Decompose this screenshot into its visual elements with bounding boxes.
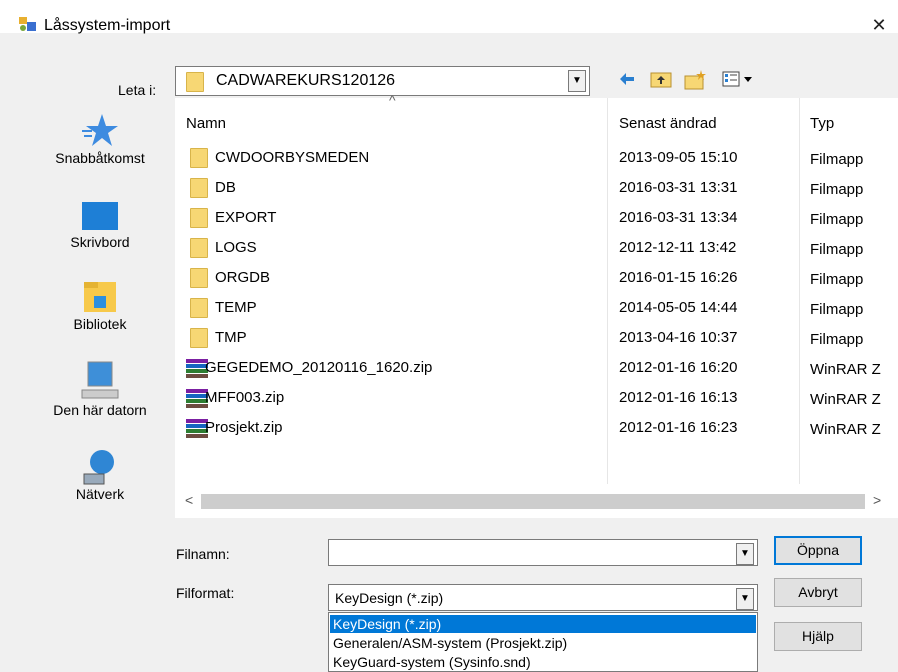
horizontal-scrollbar[interactable]: < > [175, 484, 898, 518]
place-this-pc[interactable]: Den här datorn [30, 358, 170, 418]
file-type: Filmapp [810, 151, 864, 168]
cancel-button[interactable]: Avbryt [774, 578, 862, 607]
arrow-left-icon[interactable] [618, 70, 636, 94]
column-header-type[interactable]: Typ [810, 115, 834, 132]
help-button[interactable]: Hjälp [774, 622, 862, 651]
file-list[interactable]: ^ Namn Senast ändrad Typ CWDOORBYSMEDEN 2… [175, 92, 898, 518]
file-row[interactable]: TMP 2013-04-16 10:37 Filmapp [175, 322, 898, 352]
file-type: Filmapp [810, 301, 864, 318]
folder-icon [190, 208, 208, 228]
lookin-label: Leta i: [118, 82, 157, 98]
file-date: 2016-03-31 13:34 [619, 209, 738, 226]
folder-icon [190, 148, 208, 168]
file-date: 2012-12-11 13:42 [619, 239, 737, 256]
file-row[interactable]: EXPORT 2016-03-31 13:34 Filmapp [175, 202, 898, 232]
window-title: Låssystem-import [44, 17, 171, 34]
filename-label: Filnamn: [176, 546, 230, 562]
chevron-down-icon[interactable]: ▼ [568, 70, 586, 92]
file-date: 2012-01-16 16:13 [619, 389, 738, 406]
place-network[interactable]: Nätverk [30, 446, 170, 502]
file-type: Filmapp [810, 271, 864, 288]
file-type: Filmapp [810, 241, 864, 258]
folder-up-icon[interactable] [650, 70, 672, 94]
file-date: 2013-04-16 10:37 [619, 329, 738, 346]
file-date: 2016-01-15 16:26 [619, 269, 738, 286]
filetype-value: KeyDesign (*.zip) [335, 590, 444, 606]
place-label: Den här datorn [53, 402, 147, 418]
dropdown-option[interactable]: Generalen/ASM-system (Prosjekt.zip) [333, 634, 567, 652]
file-name: GEGEDEMO_20120116_1620.zip [205, 359, 433, 376]
file-name: Prosjekt.zip [205, 419, 283, 436]
folder-icon [186, 72, 204, 92]
place-quick-access[interactable]: Snabbåtkomst [30, 110, 170, 166]
file-row[interactable]: DB 2016-03-31 13:31 Filmapp [175, 172, 898, 202]
filetype-label: Filformat: [176, 585, 235, 601]
close-button[interactable]: ✕ [868, 14, 890, 36]
place-library[interactable]: Bibliotek [30, 278, 170, 332]
file-date: 2013-09-05 15:10 [619, 149, 738, 166]
column-header-date[interactable]: Senast ändrad [619, 115, 717, 132]
folder-icon [190, 328, 208, 348]
file-name: TMP [215, 329, 247, 346]
chevron-down-icon[interactable]: ▼ [736, 543, 754, 565]
filename-input[interactable]: ▼ [328, 539, 758, 566]
file-row[interactable]: Prosjekt.zip 2012-01-16 16:23 WinRAR Z [175, 412, 898, 442]
file-row[interactable]: LOGS 2012-12-11 13:42 Filmapp [175, 232, 898, 262]
view-menu-icon[interactable] [722, 70, 762, 94]
file-date: 2012-01-16 16:20 [619, 359, 738, 376]
file-name: CWDOORBYSMEDEN [215, 149, 370, 166]
place-label: Bibliotek [73, 316, 127, 332]
place-label: Nätverk [75, 486, 125, 502]
scrollbar-thumb[interactable] [201, 494, 865, 509]
file-row[interactable]: ORGDB 2016-01-15 16:26 Filmapp [175, 262, 898, 292]
file-type: Filmapp [810, 181, 864, 198]
file-name: ORGDB [215, 269, 271, 286]
filetype-select[interactable]: KeyDesign (*.zip) ▼ [328, 584, 758, 611]
chevron-down-icon[interactable]: ▼ [736, 588, 754, 610]
place-label: Snabbåtkomst [55, 150, 145, 166]
file-type: WinRAR Z [810, 421, 881, 438]
scroll-right-icon[interactable]: > [873, 492, 881, 508]
file-name: TEMP [215, 299, 257, 316]
file-row[interactable]: TEMP 2014-05-05 14:44 Filmapp [175, 292, 898, 322]
lookin-value: CADWAREKURS120126 [216, 72, 396, 89]
open-button[interactable]: Öppna [774, 536, 862, 565]
file-row[interactable]: GEGEDEMO_20120116_1620.zip 2012-01-16 16:… [175, 352, 898, 382]
file-name: EXPORT [215, 209, 277, 226]
folder-icon [190, 268, 208, 288]
library-icon [84, 282, 116, 312]
file-type: WinRAR Z [810, 391, 881, 408]
filetype-dropdown-list[interactable]: KeyDesign (*.zip) Generalen/ASM-system (… [328, 612, 758, 672]
file-date: 2012-01-16 16:23 [619, 419, 738, 436]
app-icon [19, 17, 36, 31]
file-type: Filmapp [810, 211, 864, 228]
lookin-combo[interactable]: CADWAREKURS120126 ▼ [175, 66, 590, 96]
computer-icon [81, 361, 119, 399]
file-name: MFF003.zip [205, 389, 285, 406]
title-bar: Låssystem-import ✕ [0, 0, 898, 36]
desktop-icon [82, 202, 118, 230]
dropdown-option[interactable]: KeyDesign (*.zip) [330, 615, 756, 633]
file-row[interactable]: CWDOORBYSMEDEN 2013-09-05 15:10 Filmapp [175, 142, 898, 172]
star-icon [82, 114, 118, 146]
new-folder-icon[interactable] [684, 70, 706, 96]
file-date: 2014-05-05 14:44 [619, 299, 738, 316]
file-type: Filmapp [810, 331, 864, 348]
file-row[interactable]: MFF003.zip 2012-01-16 16:13 WinRAR Z [175, 382, 898, 412]
folder-icon [190, 178, 208, 198]
column-header-name[interactable]: Namn [186, 115, 226, 132]
place-desktop[interactable]: Skrivbord [30, 198, 170, 250]
place-label: Skrivbord [70, 234, 130, 250]
file-name: LOGS [215, 239, 257, 256]
file-name: DB [215, 179, 236, 196]
sort-ascending-icon: ^ [389, 92, 396, 108]
folder-icon [190, 298, 208, 318]
folder-icon [190, 238, 208, 258]
network-icon [83, 450, 114, 485]
file-type: WinRAR Z [810, 361, 881, 378]
scroll-left-icon[interactable]: < [185, 492, 193, 508]
file-date: 2016-03-31 13:31 [619, 179, 738, 196]
dropdown-option[interactable]: KeyGuard-system (Sysinfo.snd) [333, 653, 531, 671]
